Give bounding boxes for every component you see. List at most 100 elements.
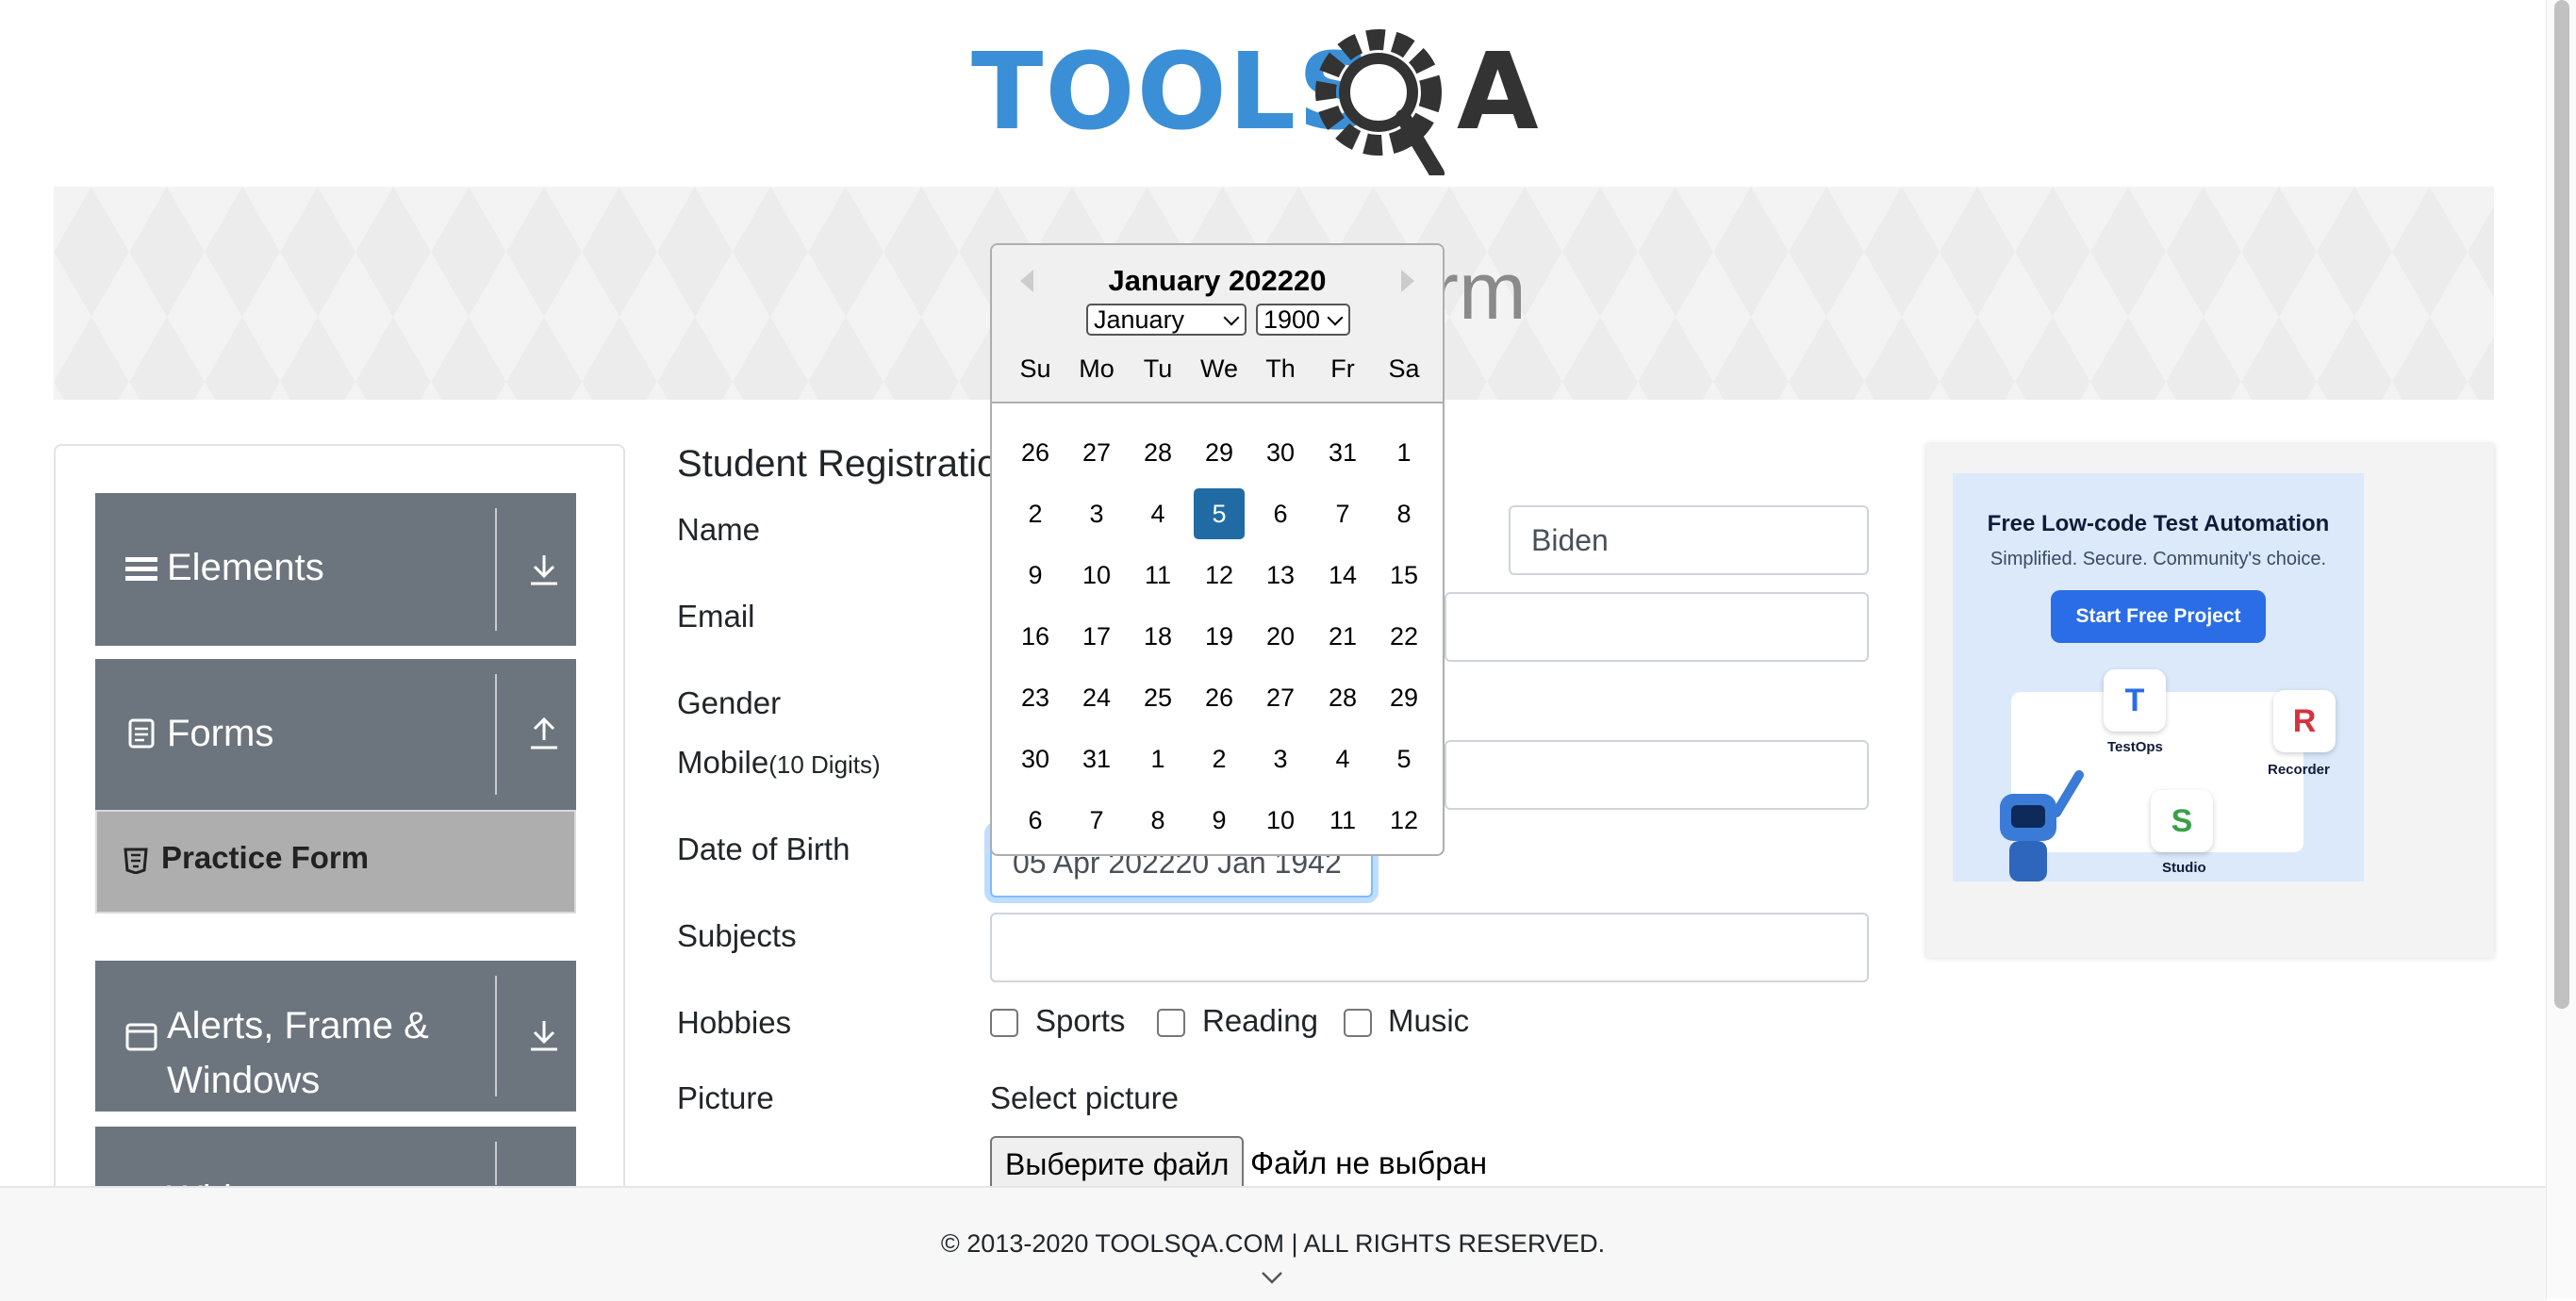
calendar-day[interactable]: 10 — [1071, 550, 1122, 601]
dob-label: Date of Birth — [677, 832, 850, 866]
year-select[interactable]: 1900 — [1256, 304, 1350, 336]
calendar-day[interactable]: 18 — [1132, 611, 1183, 662]
calendar-day[interactable]: 4 — [1132, 488, 1183, 539]
calendar-day[interactable]: 14 — [1317, 550, 1368, 601]
month-select[interactable]: January — [1086, 304, 1247, 336]
sidebar-group-label: Elements — [167, 547, 324, 588]
scrollbar-thumb[interactable] — [2554, 0, 2569, 1009]
datepicker-popup: January 202220 January 1900 Su Mo Tu We Th Fr… — [990, 243, 1445, 856]
toolsqa-logo[interactable]: TOOLS A — [971, 25, 1584, 181]
weekday-label: We — [1199, 354, 1238, 383]
calendar-day[interactable]: 24 — [1071, 672, 1122, 723]
calendar-day[interactable]: 31 — [1071, 733, 1122, 784]
calendar-day[interactable]: 16 — [1010, 611, 1061, 662]
calendar-day[interactable]: 6 — [1010, 795, 1061, 846]
last-name-input[interactable]: Biden — [1509, 505, 1869, 575]
hobbies-label: Hobbies — [677, 1005, 792, 1040]
document-icon — [128, 718, 155, 749]
calendar-day[interactable]: 25 — [1132, 672, 1183, 723]
sports-checkbox[interactable] — [990, 1009, 1018, 1037]
calendar-day[interactable]: 4 — [1317, 733, 1368, 784]
sidebar-group-forms[interactable]: Forms — [95, 659, 576, 810]
sidebar-group-elements[interactable]: Elements — [95, 493, 576, 646]
upload-arrow-icon — [531, 716, 557, 749]
calendar-day[interactable]: 10 — [1255, 795, 1306, 846]
calendar-day[interactable]: 29 — [1379, 672, 1429, 723]
subjects-label: Subjects — [677, 918, 797, 953]
separator — [495, 1142, 497, 1185]
chevron-down-icon[interactable] — [1261, 1267, 1283, 1290]
reading-checkbox[interactable] — [1157, 1009, 1185, 1037]
calendar-day[interactable]: 19 — [1194, 611, 1245, 662]
calendar-day[interactable]: 8 — [1379, 488, 1429, 539]
email-input[interactable] — [1445, 592, 1869, 662]
calendar-day[interactable]: 20 — [1255, 611, 1306, 662]
calendar-day[interactable]: 3 — [1255, 733, 1306, 784]
calendar-day[interactable]: 17 — [1071, 611, 1122, 662]
subjects-input[interactable] — [990, 913, 1869, 982]
sidebar-group-alerts[interactable]: Alerts, Frame & Windows — [95, 961, 576, 1112]
calendar-day[interactable]: 28 — [1317, 672, 1368, 723]
footer-copyright: © 2013-2020 TOOLSQA.COM | ALL RIGHTS RES… — [940, 1229, 1606, 1258]
calendar-day[interactable]: 22 — [1379, 611, 1429, 662]
weekday-label: Tu — [1143, 354, 1173, 383]
calendar-day[interactable]: 7 — [1317, 488, 1368, 539]
calendar-day[interactable]: 31 — [1317, 427, 1368, 478]
calendar-day[interactable]: 27 — [1071, 427, 1122, 478]
music-checkbox[interactable] — [1344, 1009, 1372, 1037]
calendar-day[interactable]: 1 — [1132, 733, 1183, 784]
calendar-day[interactable]: 2 — [1010, 488, 1061, 539]
calendar-day[interactable]: 5 — [1379, 733, 1429, 784]
name-label: Name — [677, 512, 761, 547]
calendar-day[interactable]: 1 — [1379, 427, 1429, 478]
calendar-day[interactable]: 30 — [1255, 427, 1306, 478]
calendar-day[interactable]: 2 — [1194, 733, 1245, 784]
calendar-day[interactable]: 8 — [1132, 795, 1183, 846]
file-status-text: Файл не выбран — [1250, 1145, 1488, 1180]
calendar-day[interactable]: 3 — [1071, 488, 1122, 539]
calendar-day[interactable]: 27 — [1255, 672, 1306, 723]
calendar-day[interactable]: 21 — [1317, 611, 1368, 662]
music-label[interactable]: Music — [1388, 1003, 1469, 1039]
testops-icon: T — [2104, 669, 2166, 732]
calendar-day[interactable]: 28 — [1132, 427, 1183, 478]
calendar-day[interactable]: 12 — [1379, 795, 1429, 846]
calendar-day-selected[interactable]: 5 — [1194, 488, 1245, 539]
calendar-day[interactable]: 26 — [1194, 672, 1245, 723]
start-free-project-button[interactable]: Start Free Project — [2051, 590, 2266, 643]
hamburger-icon — [125, 557, 157, 581]
calendar-day[interactable]: 11 — [1132, 550, 1183, 601]
calendar-day[interactable]: 6 — [1255, 488, 1306, 539]
reading-label[interactable]: Reading — [1202, 1003, 1318, 1039]
calendar-day[interactable]: 26 — [1010, 427, 1061, 478]
ad-title: Free Low-code Test Automation — [1987, 511, 2330, 536]
calendar-day[interactable]: 12 — [1194, 550, 1245, 601]
sports-label[interactable]: Sports — [1035, 1003, 1125, 1039]
mobile-hint: (10 Digits) — [768, 750, 881, 779]
weekday-label: Su — [1019, 354, 1051, 383]
ad-product-recorder: Recorder — [2268, 762, 2330, 778]
calendar-day[interactable]: 30 — [1010, 733, 1061, 784]
calendar-day[interactable]: 13 — [1255, 550, 1306, 601]
gender-label: Gender — [677, 685, 782, 720]
calendar-day[interactable]: 7 — [1071, 795, 1122, 846]
calendar-day[interactable]: 11 — [1317, 795, 1368, 846]
email-label: Email — [677, 599, 755, 634]
mobile-input[interactable] — [1445, 740, 1869, 810]
mobile-label: Mobile(10 Digits) — [677, 745, 881, 781]
logo-text-tools: TOOLS — [971, 31, 1376, 154]
calendar-day[interactable]: 23 — [1010, 672, 1061, 723]
calendar-day[interactable]: 9 — [1194, 795, 1245, 846]
separator — [495, 508, 497, 631]
calendar-day[interactable]: 29 — [1194, 427, 1245, 478]
weekday-label: Mo — [1079, 354, 1115, 383]
calendar-day[interactable]: 9 — [1010, 550, 1061, 601]
svg-text:A: A — [1457, 31, 1539, 154]
sidebar-item-practice-form[interactable]: Practice Form — [95, 810, 576, 914]
ad-product-testops: TestOps — [2107, 739, 2163, 755]
toolsqa-logo-graphic: TOOLS A — [971, 29, 1539, 181]
page-scrollbar[interactable] — [2546, 0, 2576, 1299]
ad-banner[interactable]: Free Low-code Test Automation Simplified… — [1953, 473, 2364, 881]
left-sidebar: Elements Forms Practice Form Alerts, Fra… — [54, 444, 625, 1200]
calendar-day[interactable]: 15 — [1379, 550, 1429, 601]
